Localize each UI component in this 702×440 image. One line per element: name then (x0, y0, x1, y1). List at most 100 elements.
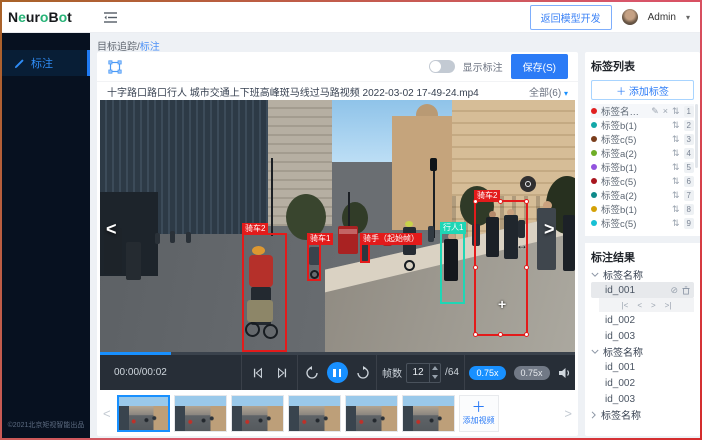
track-camera-icon[interactable] (520, 176, 536, 192)
annotation-box[interactable]: 行人1 (440, 232, 465, 304)
label-row[interactable]: 标签b(1)⇅8 (591, 202, 694, 216)
label-row[interactable]: 标签a(2)⇅4 (591, 146, 694, 160)
annotation-label: 行人1 (440, 222, 466, 234)
sort-icon[interactable]: ⇅ (672, 134, 680, 145)
thumbs-next-chevron[interactable]: > (562, 406, 574, 421)
video-thumbnail[interactable] (174, 395, 227, 432)
label-order-badge: 9 (684, 218, 694, 229)
next-page-icon[interactable]: > (651, 301, 656, 310)
annotation-box[interactable]: 骑手（起始帧） (360, 243, 370, 263)
close-icon[interactable]: × (663, 106, 668, 116)
frame-input[interactable]: 12 (406, 363, 441, 383)
video-thumbnail-selected[interactable] (117, 395, 170, 432)
scene-figure (563, 215, 575, 271)
tree-item[interactable]: id_001 (591, 359, 694, 375)
last-page-icon[interactable]: >| (665, 301, 672, 310)
chevron-down-icon[interactable]: ▾ (686, 13, 690, 22)
sort-icon[interactable]: ⇅ (672, 148, 680, 159)
label-row[interactable]: 标签c(5)⇅6 (591, 174, 694, 188)
rect-tool-icon[interactable] (107, 59, 123, 75)
add-label-button[interactable]: ＋ 添加标签 (591, 80, 694, 100)
tree-item[interactable]: id_002 (591, 312, 694, 328)
tree-group[interactable]: 标签名称 (591, 344, 694, 359)
pause-button[interactable] (327, 362, 348, 383)
volume-icon[interactable] (558, 367, 571, 379)
frame-stepper[interactable] (429, 364, 440, 382)
video-thumbnail[interactable] (288, 395, 341, 432)
thumbs-prev-chevron[interactable]: < (101, 406, 113, 421)
resize-handle[interactable] (473, 332, 478, 337)
avatar[interactable] (622, 9, 638, 25)
sort-icon[interactable]: ⇅ (672, 106, 680, 117)
sort-icon[interactable]: ⇅ (672, 204, 680, 215)
tree-item[interactable]: id_003 (591, 328, 694, 344)
annotation-label: 骑车1 (307, 233, 333, 245)
prev-page-icon[interactable]: < (637, 301, 642, 310)
video-prev-chevron[interactable]: < (106, 220, 117, 238)
resize-handle[interactable] (524, 332, 529, 337)
video-canvas[interactable]: 骑车2 骑车1 骑手（起始帧） 行人1 骑车2 + ↔ (100, 100, 575, 352)
scene-building (392, 116, 460, 230)
prev-frame-icon[interactable] (252, 367, 264, 379)
video-thumbnail[interactable] (402, 395, 455, 432)
user-name[interactable]: Admin (648, 12, 676, 23)
video-title: 十字路口路口行人 城市交通上下班高峰斑马线过马路视频 2022-03-02 17… (107, 84, 479, 99)
step-down-icon[interactable] (430, 373, 440, 382)
video-next-chevron[interactable]: > (544, 220, 555, 238)
sort-icon[interactable]: ⇅ (672, 120, 680, 131)
label-row[interactable]: 标签a(2)⇅7 (591, 188, 694, 202)
first-page-icon[interactable]: |< (622, 301, 629, 310)
video-thumbnail[interactable] (231, 395, 284, 432)
annotation-box[interactable]: 骑车1 (307, 243, 321, 281)
resize-cursor-icon: ↔ (516, 238, 528, 252)
label-row[interactable]: 标签c(5)⇅9 (591, 216, 694, 230)
tree-item[interactable]: id_002 (591, 375, 694, 391)
resize-handle[interactable] (498, 332, 503, 337)
speed-pill[interactable]: 0.75x (514, 366, 550, 380)
speed-pill-active[interactable]: 0.75x (469, 366, 505, 380)
annotation-box[interactable]: 骑车2 (242, 233, 287, 352)
sort-icon[interactable]: ⇅ (672, 218, 680, 229)
sidebar-item-annotate[interactable]: 标注 (2, 50, 90, 76)
resize-handle[interactable] (473, 199, 478, 204)
breadcrumb: 目标追踪/标注 (97, 38, 160, 53)
trash-icon[interactable] (682, 286, 690, 295)
save-button[interactable]: 保存(S) (511, 54, 568, 79)
replay-10-icon[interactable] (305, 366, 319, 380)
resize-handle[interactable] (524, 265, 529, 270)
pencil-icon (14, 58, 25, 69)
next-frame-icon[interactable] (276, 367, 288, 379)
resize-handle[interactable] (498, 199, 503, 204)
back-to-model-dev-button[interactable]: 返回模型开发 (530, 5, 612, 30)
resize-handle[interactable] (524, 199, 529, 204)
plus-icon: ＋ (472, 401, 486, 413)
resize-handle[interactable] (473, 265, 478, 270)
add-video-button[interactable]: ＋ 添加视频 (459, 395, 499, 432)
label-row[interactable]: 标签b(1)⇅2 (591, 118, 694, 132)
sort-icon[interactable]: ⇅ (672, 176, 680, 187)
label-row[interactable]: 标签b(1)⇅5 (591, 160, 694, 174)
label-order-badge: 4 (684, 148, 694, 159)
crosshair-cursor-icon: + (498, 296, 506, 312)
label-row[interactable]: 标签名字最长数... ✎ × ⇅ 1 (591, 104, 694, 118)
annotation-box-selected[interactable]: 骑车2 (474, 200, 528, 336)
copyright: ©2021北京矩视智能出品 (2, 420, 90, 430)
tree-item[interactable]: id_003 (591, 391, 694, 407)
sort-icon[interactable]: ⇅ (672, 190, 680, 201)
label-row[interactable]: 标签c(5)⇅3 (591, 132, 694, 146)
show-annotations-toggle[interactable] (429, 60, 455, 73)
edit-icon[interactable]: ✎ (651, 106, 659, 117)
video-thumbnail[interactable] (345, 395, 398, 432)
annotation-toolbar: 显示标注 保存(S) (97, 52, 578, 82)
frame-value[interactable]: 12 (407, 364, 429, 382)
step-up-icon[interactable] (430, 364, 440, 373)
tree-group[interactable]: 标签名称 (591, 267, 694, 282)
hide-icon[interactable]: ⊘ (670, 285, 678, 296)
menu-fold-icon[interactable] (104, 12, 117, 23)
tree-group-collapsed[interactable]: 标签名称 (591, 407, 694, 422)
sort-icon[interactable]: ⇅ (672, 162, 680, 173)
scrollbar[interactable] (695, 104, 698, 168)
filter-dropdown[interactable]: 全部(6) ▾ (529, 84, 568, 99)
forward-10-icon[interactable] (356, 366, 370, 380)
tree-item-selected[interactable]: id_001 ⊘ (591, 282, 694, 298)
